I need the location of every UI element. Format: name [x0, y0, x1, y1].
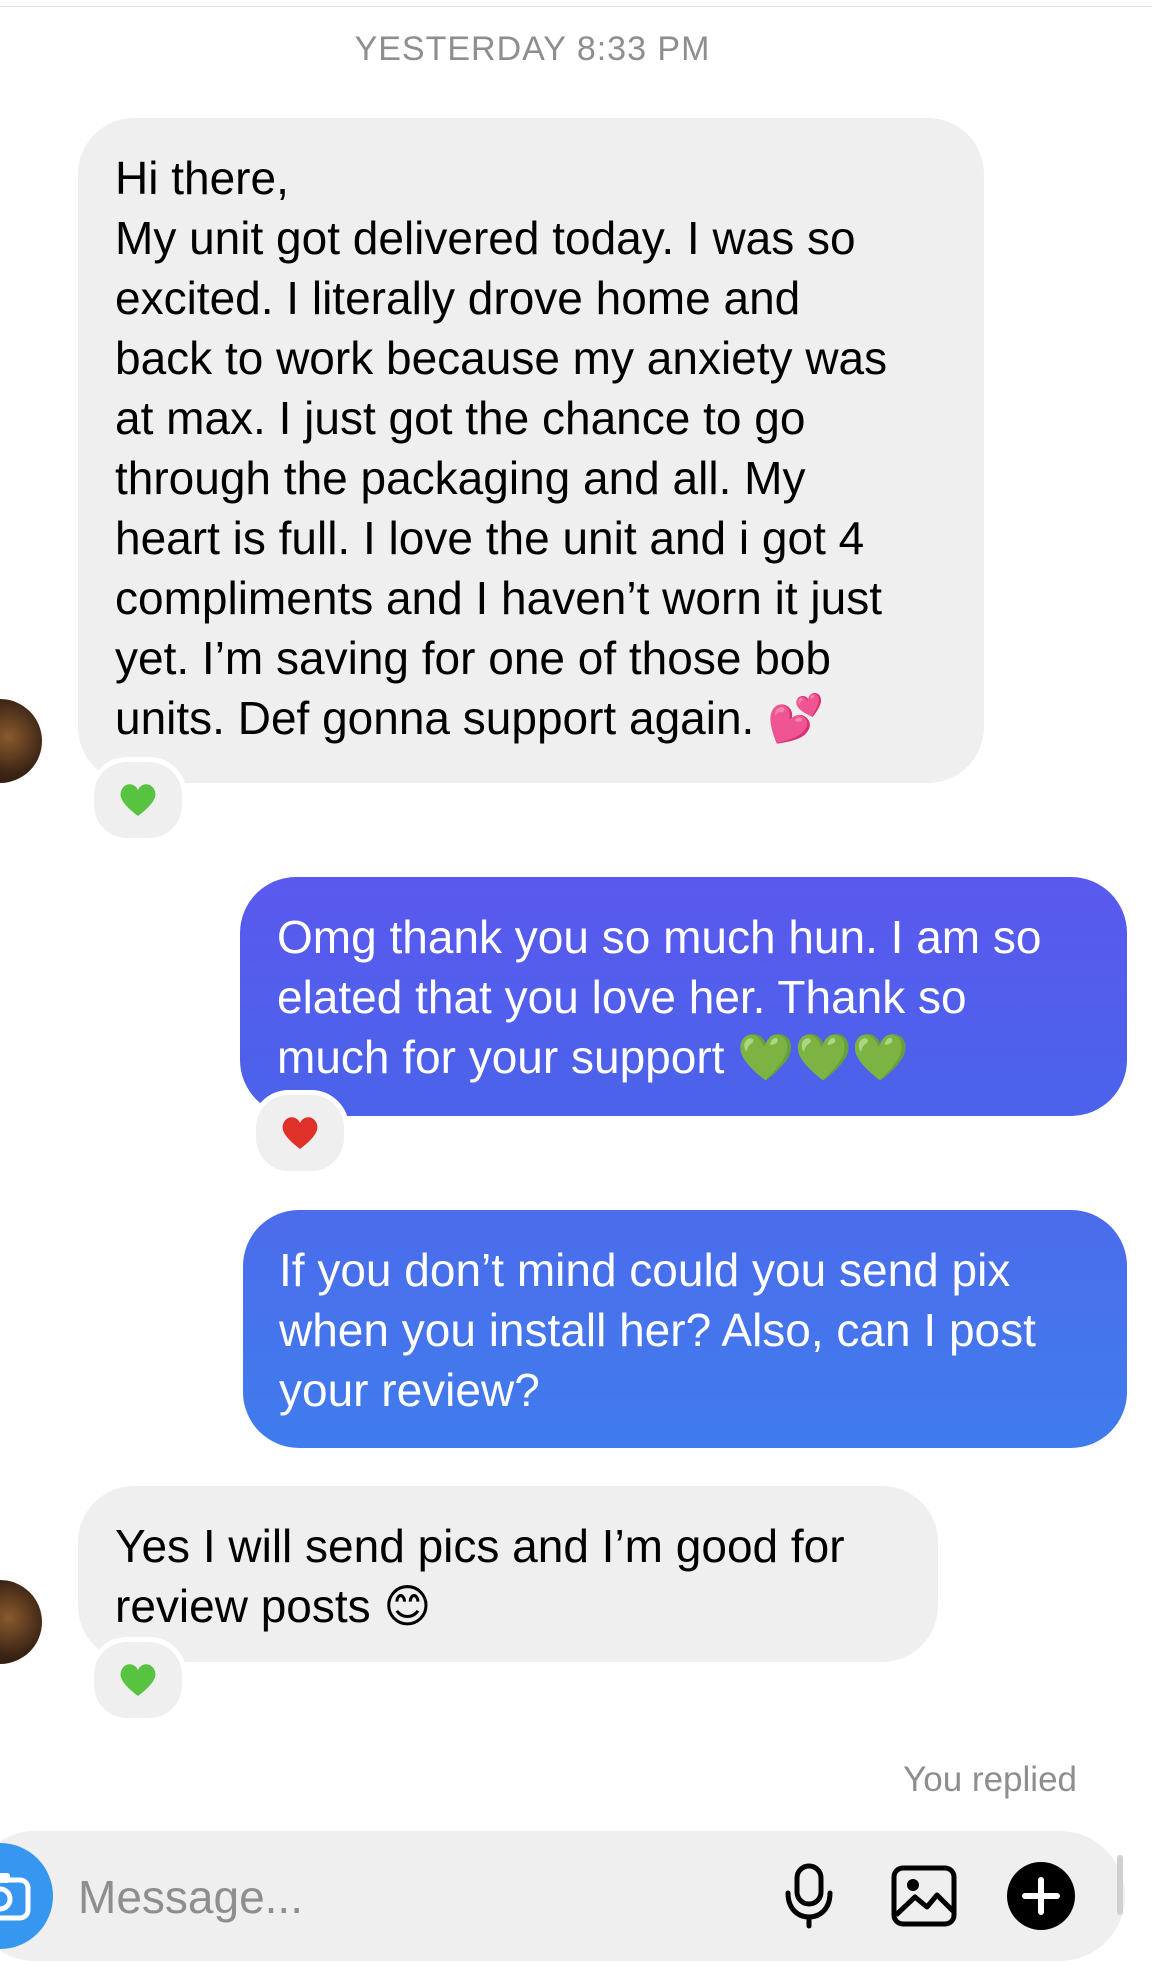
- camera-icon: [0, 1873, 31, 1921]
- message-text: If you don’t mind could you send pix whe…: [279, 1244, 1036, 1416]
- message-text: Omg thank you so much hun. I am so elate…: [277, 911, 1042, 1083]
- scrollbar[interactable]: [1117, 1855, 1123, 1915]
- green-heart-icon: [120, 784, 156, 816]
- sender-avatar[interactable]: [0, 1580, 42, 1664]
- red-heart-icon: [282, 1117, 318, 1149]
- message-reaction[interactable]: 💚: [89, 1637, 187, 1723]
- received-message-bubble[interactable]: Yes I will send pics and I’m good for re…: [78, 1486, 938, 1662]
- sender-avatar[interactable]: [0, 699, 42, 783]
- gallery-icon: [891, 1865, 957, 1927]
- add-button[interactable]: [1001, 1856, 1081, 1936]
- reply-status: You replied: [903, 1760, 1077, 1799]
- message-reaction[interactable]: 💚: [89, 757, 187, 843]
- message-text: Yes I will send pics and I’m good for re…: [115, 1520, 845, 1632]
- sent-message-bubble[interactable]: If you don’t mind could you send pix whe…: [243, 1210, 1127, 1448]
- thread-timestamp: YESTERDAY 8:33 PM: [354, 30, 711, 68]
- message-input[interactable]: [78, 1862, 678, 1932]
- microphone-icon: [785, 1863, 833, 1929]
- message-text: Hi there, My unit got delivered today. I…: [115, 152, 888, 744]
- plus-icon: [1007, 1862, 1075, 1930]
- green-heart-icon: [120, 1664, 156, 1696]
- sent-message-bubble[interactable]: Omg thank you so much hun. I am so elate…: [240, 877, 1127, 1116]
- top-divider: [0, 6, 1152, 7]
- gallery-button[interactable]: [884, 1856, 964, 1936]
- received-message-bubble[interactable]: Hi there, My unit got delivered today. I…: [78, 118, 984, 783]
- microphone-button[interactable]: [769, 1856, 849, 1936]
- message-reaction[interactable]: ❤️: [251, 1090, 349, 1176]
